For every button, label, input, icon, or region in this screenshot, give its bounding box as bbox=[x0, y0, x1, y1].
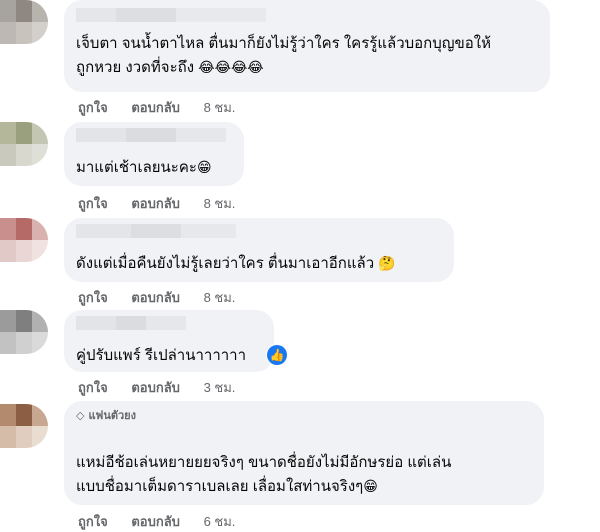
timestamp[interactable]: 8 ชม. bbox=[204, 290, 236, 305]
author-name-blurred[interactable] bbox=[76, 128, 226, 142]
reply-button[interactable]: ตอบกลับ bbox=[131, 380, 180, 395]
grinning-emoji-icon: 😁 bbox=[196, 159, 212, 175]
comment-bubble: คู่ปรับแพร์ รีเปล่านาาาาาา bbox=[64, 310, 274, 372]
comment-text: มาแต่เช้าเลยนะคะ😁 bbox=[76, 159, 212, 176]
comment-text: แหม่อีช้อเล่นหยายยยจริงๆ ขนาดชื่อยังไม่ม… bbox=[76, 454, 452, 495]
comment-bubble: ดังแต่เมื่อคืนยังไม่รู้เลยว่าใคร ตื่นมาเ… bbox=[64, 218, 454, 282]
comment-actions: ถูกใจ ตอบกลับ 8 ชม. bbox=[78, 193, 255, 214]
author-name-blurred[interactable] bbox=[76, 8, 266, 22]
comment-bubble: เจ็บตา จนน้ำตาไหล ตื่นมาก็ยังไม่รู้ว่าใค… bbox=[64, 0, 550, 92]
top-fan-badge[interactable]: ◇ แฟนตัวยง bbox=[76, 407, 532, 425]
thinking-emoji-icon: 🤔 bbox=[378, 255, 396, 271]
avatar[interactable] bbox=[0, 122, 48, 166]
reply-button[interactable]: ตอบกลับ bbox=[131, 196, 180, 211]
like-button[interactable]: ถูกใจ bbox=[78, 100, 108, 115]
like-button[interactable]: ถูกใจ bbox=[78, 514, 108, 529]
comment-actions: ถูกใจ ตอบกลับ 8 ชม. bbox=[78, 97, 255, 118]
avatar[interactable] bbox=[0, 404, 48, 448]
comment-actions: ถูกใจ ตอบกลับ 3 ชม. bbox=[78, 377, 255, 398]
timestamp[interactable]: 6 ชม. bbox=[204, 514, 236, 529]
avatar[interactable] bbox=[0, 310, 48, 354]
like-button[interactable]: ถูกใจ bbox=[78, 196, 108, 211]
timestamp[interactable]: 8 ชม. bbox=[204, 196, 236, 211]
laughing-emoji-icon: 😂😂😂😂 bbox=[198, 59, 264, 75]
timestamp[interactable]: 3 ชม. bbox=[204, 380, 236, 395]
comment-actions: ถูกใจ ตอบกลับ 8 ชม. bbox=[78, 287, 255, 308]
diamond-icon: ◇ bbox=[76, 410, 85, 422]
grinning-emoji-icon: 😁 bbox=[363, 478, 378, 494]
like-button[interactable]: ถูกใจ bbox=[78, 380, 108, 395]
timestamp[interactable]: 8 ชม. bbox=[204, 100, 236, 115]
avatar[interactable] bbox=[0, 0, 48, 44]
thumbs-up-icon: 👍 bbox=[267, 345, 287, 365]
reply-button[interactable]: ตอบกลับ bbox=[131, 290, 180, 305]
reply-button[interactable]: ตอบกลับ bbox=[131, 514, 180, 529]
comment-bubble: มาแต่เช้าเลยนะคะ😁 bbox=[64, 122, 244, 186]
reaction-summary[interactable]: 👍 bbox=[266, 344, 288, 366]
author-name-blurred[interactable] bbox=[76, 316, 186, 330]
author-name-blurred[interactable] bbox=[76, 224, 236, 238]
reply-button[interactable]: ตอบกลับ bbox=[131, 100, 180, 115]
comment-text: เจ็บตา จนน้ำตาไหล ตื่นมาก็ยังไม่รู้ว่าใค… bbox=[76, 35, 492, 76]
comment-bubble: ◇ แฟนตัวยง แหม่อีช้อเล่นหยายยยจริงๆ ขนาดช… bbox=[64, 401, 544, 505]
like-button[interactable]: ถูกใจ bbox=[78, 290, 108, 305]
avatar[interactable] bbox=[0, 218, 48, 262]
comment-text: คู่ปรับแพร์ รีเปล่านาาาาาา bbox=[76, 347, 247, 364]
comment-text: ดังแต่เมื่อคืนยังไม่รู้เลยว่าใคร ตื่นมาเ… bbox=[76, 255, 396, 272]
